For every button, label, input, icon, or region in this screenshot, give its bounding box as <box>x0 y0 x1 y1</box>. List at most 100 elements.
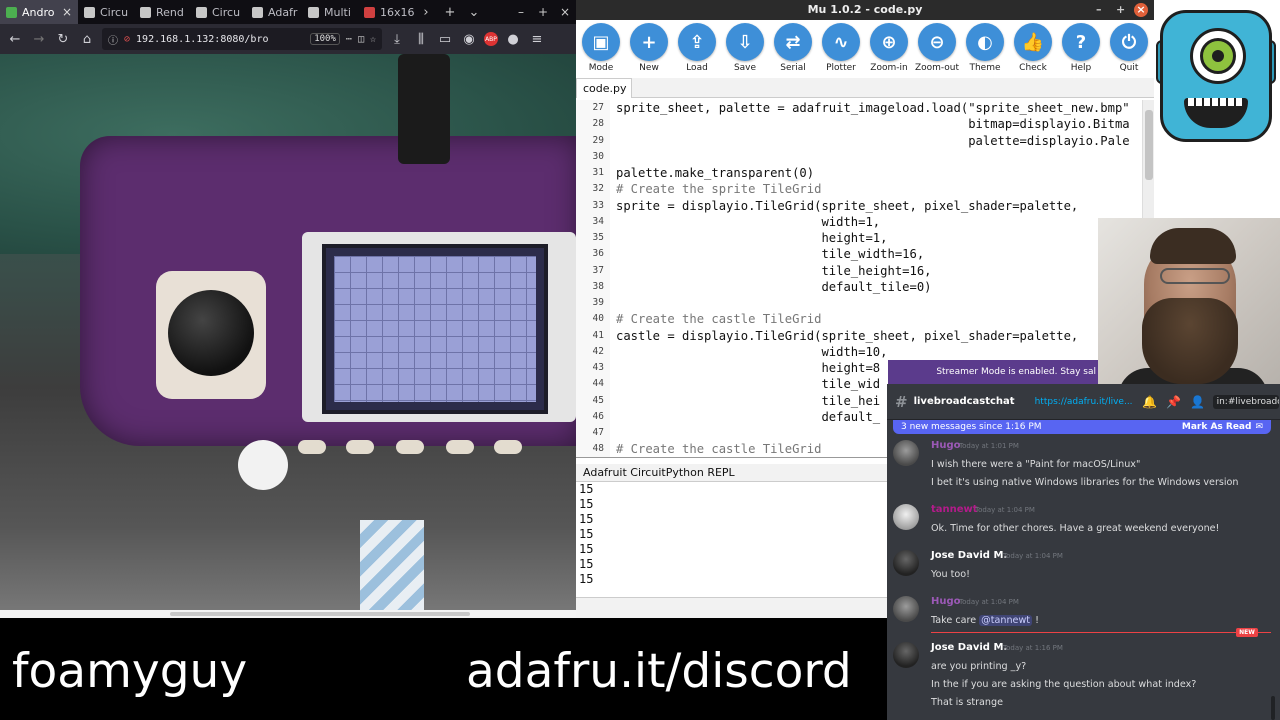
adblock-badge[interactable]: ABP <box>484 32 498 46</box>
new-tab-button[interactable]: + <box>438 0 462 24</box>
repl-line: 15 <box>579 542 594 556</box>
page-info-icon[interactable]: ⓘ <box>108 32 118 47</box>
line-number: 47 <box>592 427 604 438</box>
pocket-icon[interactable]: ◫ <box>358 34 364 45</box>
repl-line: 15 <box>579 512 594 526</box>
browser-tab[interactable]: Adafr <box>246 0 302 24</box>
browser-minimize-button[interactable]: – <box>510 0 532 24</box>
downloads-icon[interactable]: ⤓ <box>388 32 406 47</box>
browser-close-button[interactable]: × <box>554 0 576 24</box>
sidebar-icon[interactable]: ▭ <box>436 32 454 47</box>
forward-icon[interactable]: → <box>30 32 48 47</box>
avatar[interactable] <box>893 596 919 622</box>
message-author[interactable]: Hugo <box>931 440 961 451</box>
theme-icon: ◐ <box>966 23 1004 61</box>
zoom-out-button[interactable]: ⊖ Zoom-out <box>914 20 960 78</box>
avatar[interactable] <box>893 440 919 466</box>
zoom-in-button[interactable]: ⊕ Zoom-in <box>866 20 912 78</box>
browser-tab[interactable]: Rend <box>134 0 190 24</box>
serial-button[interactable]: ⇄ Serial <box>770 20 816 78</box>
home-icon[interactable]: ⌂ <box>78 32 96 47</box>
tab-label: Andro <box>22 5 55 19</box>
chat-scrollbar[interactable] <box>1271 696 1275 720</box>
url-bar[interactable]: ⓘ ⊘ 192.168.1.132:8080/bro 100% ⋯ ◫ ☆ <box>102 28 382 50</box>
account-icon[interactable]: ◉ <box>460 32 478 47</box>
tab-code-py[interactable]: code.py <box>576 78 632 98</box>
bookmark-star-icon[interactable]: ☆ <box>370 34 376 45</box>
code-line: 38 default_tile=0) <box>576 279 1154 295</box>
menu-icon[interactable]: ≡ <box>528 32 546 47</box>
channel-topic-link[interactable]: https://adafru.it/live... <box>1035 397 1135 407</box>
channel-hash-icon: # <box>895 392 908 411</box>
back-icon[interactable]: ← <box>6 32 24 47</box>
message-text-part: Take care <box>931 615 980 626</box>
streamer-webcam <box>1098 218 1280 384</box>
message-text: are you printing _y? <box>931 661 1027 672</box>
line-number: 48 <box>592 443 604 455</box>
avatar[interactable] <box>893 504 919 530</box>
notification-bell-icon[interactable]: 🔔 <box>1141 395 1159 409</box>
search-input[interactable]: in:#livebroadca <box>1212 394 1279 409</box>
message-author[interactable]: Hugo <box>931 596 961 607</box>
plotter-button[interactable]: ∿ Plotter <box>818 20 864 78</box>
mark-as-read-button[interactable]: Mark As Read <box>1182 422 1252 432</box>
tab-favicon-icon <box>308 6 319 18</box>
code-text: # Create the sprite TileGrid <box>616 182 822 197</box>
message-timestamp: Today at 1:04 PM <box>1003 552 1063 560</box>
user-mention[interactable]: @tannewt <box>979 615 1033 626</box>
message-text: Ok. Time for other chores. Have a great … <box>931 523 1220 534</box>
library-icon[interactable]: ⫼ <box>412 32 430 47</box>
new-badge: NEW <box>1236 628 1258 637</box>
message-timestamp: Today at 1:04 PM <box>959 598 1019 606</box>
tab-list-button[interactable]: ⌄ <box>462 0 486 24</box>
message-text: That is strange <box>931 697 1003 708</box>
toolbar-label: Quit <box>1119 63 1139 73</box>
avatar[interactable] <box>893 550 919 576</box>
page-actions-icon[interactable]: ⋯ <box>346 34 352 45</box>
quit-button[interactable]: ⏻ Quit <box>1106 20 1152 78</box>
code-text: sprite_sheet, palette = adafruit_imagelo… <box>616 101 1130 115</box>
mode-button[interactable]: ▣ Mode <box>578 20 624 78</box>
theme-button[interactable]: ◐ Theme <box>962 20 1008 78</box>
message-text-part: ! <box>1032 615 1039 626</box>
help-icon: ? <box>1062 23 1100 61</box>
mu-maximize-button[interactable]: + <box>1116 0 1125 20</box>
line-number: 41 <box>592 329 604 341</box>
new-messages-bar[interactable]: 3 new messages since 1:16 PM Mark As Rea… <box>893 420 1271 434</box>
message-timestamp: Today at 1:16 PM <box>1003 644 1063 652</box>
browser-maximize-button[interactable]: + <box>532 0 554 24</box>
github-icon[interactable]: ● <box>504 32 522 47</box>
mu-close-button[interactable]: × <box>1134 3 1148 17</box>
message-author[interactable]: tannewt <box>931 504 978 515</box>
browser-tab[interactable]: Multi <box>302 0 358 24</box>
browser-horizontal-scrollbar[interactable] <box>0 610 576 618</box>
browser-tab[interactable]: 16x16 <box>358 0 414 24</box>
line-number: 29 <box>592 134 604 146</box>
browser-tab[interactable]: Circu <box>190 0 246 24</box>
load-button[interactable]: ⇪ Load <box>674 20 720 78</box>
new-button[interactable]: + New <box>626 20 672 78</box>
pin-icon[interactable]: 📌 <box>1165 395 1183 409</box>
tab-close-icon[interactable]: × <box>62 5 72 19</box>
browser-tab[interactable]: Andro × <box>0 0 78 24</box>
toolbar-label: Save <box>733 63 757 73</box>
help-button[interactable]: ? Help <box>1058 20 1104 78</box>
message-author[interactable]: Jose David M. <box>931 550 1007 561</box>
message-author[interactable]: Jose David M. <box>931 642 1007 653</box>
member-list-icon[interactable]: 👤 <box>1189 395 1207 409</box>
zoom-level[interactable]: 100% <box>310 33 340 45</box>
mascot-teeth <box>1188 98 1244 106</box>
code-line: 37 tile_height=16, <box>576 263 1154 279</box>
browser-tab[interactable]: Circu <box>78 0 134 24</box>
avatar[interactable] <box>893 642 919 668</box>
check-button[interactable]: 👍 Check <box>1010 20 1056 78</box>
line-number: 31 <box>592 167 604 178</box>
code-line: 33 sprite = displayio.TileGrid(sprite_she… <box>576 198 1154 214</box>
mode-icon: ▣ <box>582 23 620 61</box>
save-button[interactable]: ⇩ Save <box>722 20 768 78</box>
tab-scroll-right-icon[interactable]: › <box>414 0 438 24</box>
code-text: tile_wid <box>616 377 881 392</box>
mu-minimize-button[interactable]: – <box>1096 0 1102 20</box>
repl-line: 15 <box>579 482 594 496</box>
reload-icon[interactable]: ↻ <box>54 32 72 47</box>
